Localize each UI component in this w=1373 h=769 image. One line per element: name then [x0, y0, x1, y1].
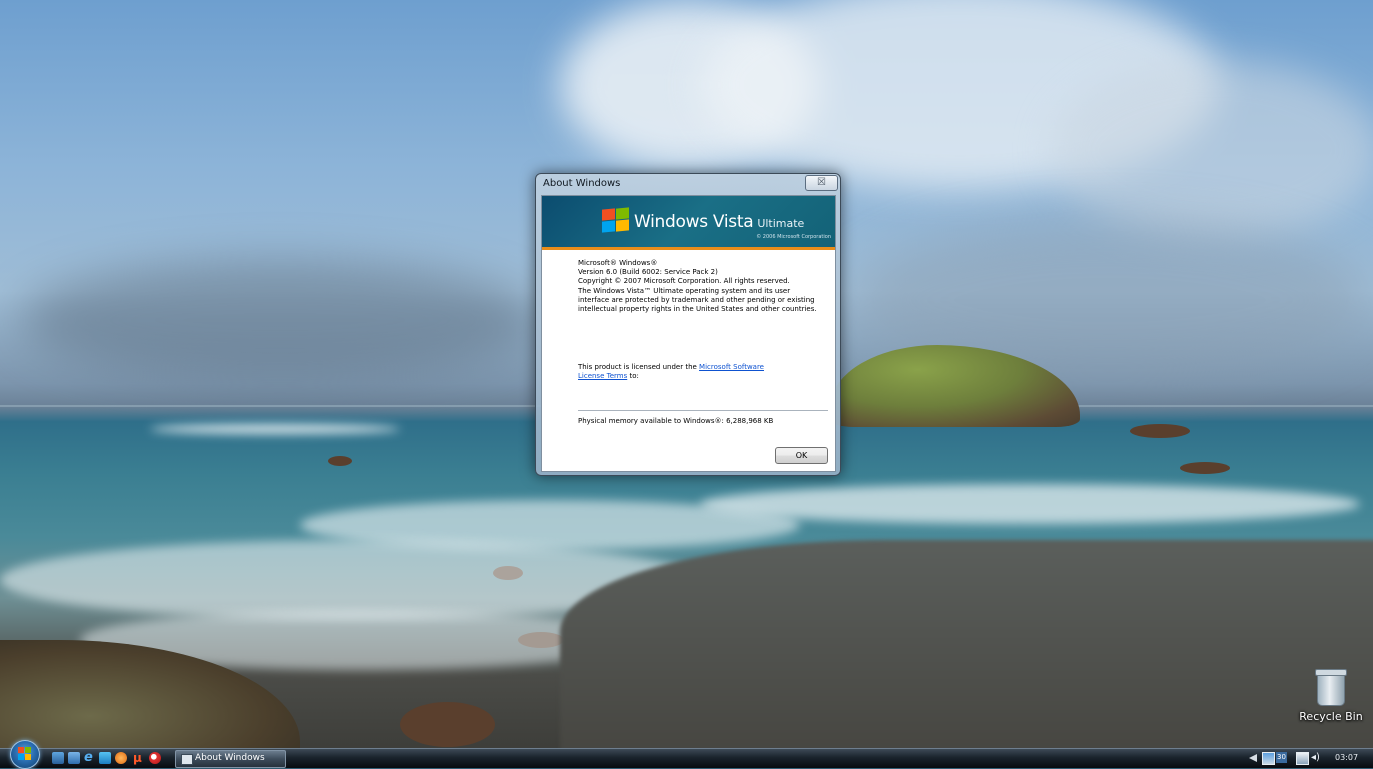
taskbar-button-label: About Windows [195, 753, 265, 763]
dialog-content: Windows Vista Ultimate © 2006 Microsoft C… [541, 195, 836, 472]
start-button[interactable] [10, 740, 40, 769]
close-icon: ☒ [817, 177, 826, 188]
connection-icon[interactable] [1296, 752, 1309, 765]
show-desktop-icon[interactable] [52, 752, 64, 764]
windows-media-icon[interactable] [99, 752, 111, 764]
version-line: Version 6.0 (Build 6002: Service Pack 2) [578, 268, 718, 276]
recycle-bin-label: Recycle Bin [1299, 710, 1363, 723]
tray-expand-icon[interactable] [1249, 754, 1257, 762]
switch-windows-icon[interactable] [68, 752, 80, 764]
dialog-title-bar[interactable]: About Windows ☒ [536, 174, 840, 194]
copyright-line: Copyright © 2007 Microsoft Corporation. … [578, 277, 790, 285]
trash-icon [1315, 669, 1347, 706]
close-button[interactable]: ☒ [805, 175, 838, 191]
taskbar-button-about-windows[interactable]: About Windows [175, 750, 286, 768]
about-windows-dialog: About Windows ☒ Windows Vista Ultimate © … [535, 173, 841, 476]
recycle-bin-icon[interactable]: Recycle Bin [1296, 669, 1366, 723]
license-prefix: This product is licensed under the [578, 363, 700, 371]
utorrent-icon[interactable]: µ [133, 752, 145, 764]
taskbar: e µ About Windows 30 ◂) 03:07 [0, 748, 1373, 768]
license-text: This product is licensed under the Micro… [578, 363, 778, 381]
ok-button[interactable]: OK [775, 447, 828, 464]
system-tray: 30 ◂) 03:07 [1243, 749, 1373, 768]
license-terms-link-2[interactable]: License Terms [578, 372, 627, 380]
window-icon [181, 754, 193, 765]
license-terms-link[interactable]: Microsoft Software [699, 363, 764, 371]
volume-icon[interactable]: ◂) [1311, 752, 1322, 763]
physical-memory: Physical memory available to Windows®: 6… [578, 417, 774, 425]
windows-vista-banner: Windows Vista Ultimate © 2006 Microsoft C… [542, 196, 835, 250]
calendar-icon[interactable]: 30 [1276, 752, 1287, 763]
brand-sub: Ultimate [757, 217, 805, 230]
trademark-paragraph: The Windows Vista™ Ultimate operating sy… [578, 287, 817, 313]
license-suffix: to: [627, 372, 639, 380]
separator [578, 410, 828, 411]
internet-explorer-icon[interactable]: e [84, 751, 96, 764]
brand-main: Windows Vista [634, 212, 754, 232]
windows-logo-icon [601, 207, 631, 234]
network-icon[interactable] [1262, 752, 1275, 765]
banner-copyright: © 2006 Microsoft Corporation [756, 234, 831, 240]
opera-icon[interactable] [149, 752, 161, 764]
dialog-title: About Windows [543, 178, 621, 189]
clock[interactable]: 03:07 [1335, 753, 1358, 762]
firefox-icon[interactable] [115, 752, 127, 764]
brand-text: Windows Vista Ultimate [634, 212, 804, 232]
product-name: Microsoft® Windows® [578, 259, 658, 267]
version-info: Microsoft® Windows® Version 6.0 (Build 6… [578, 259, 818, 314]
